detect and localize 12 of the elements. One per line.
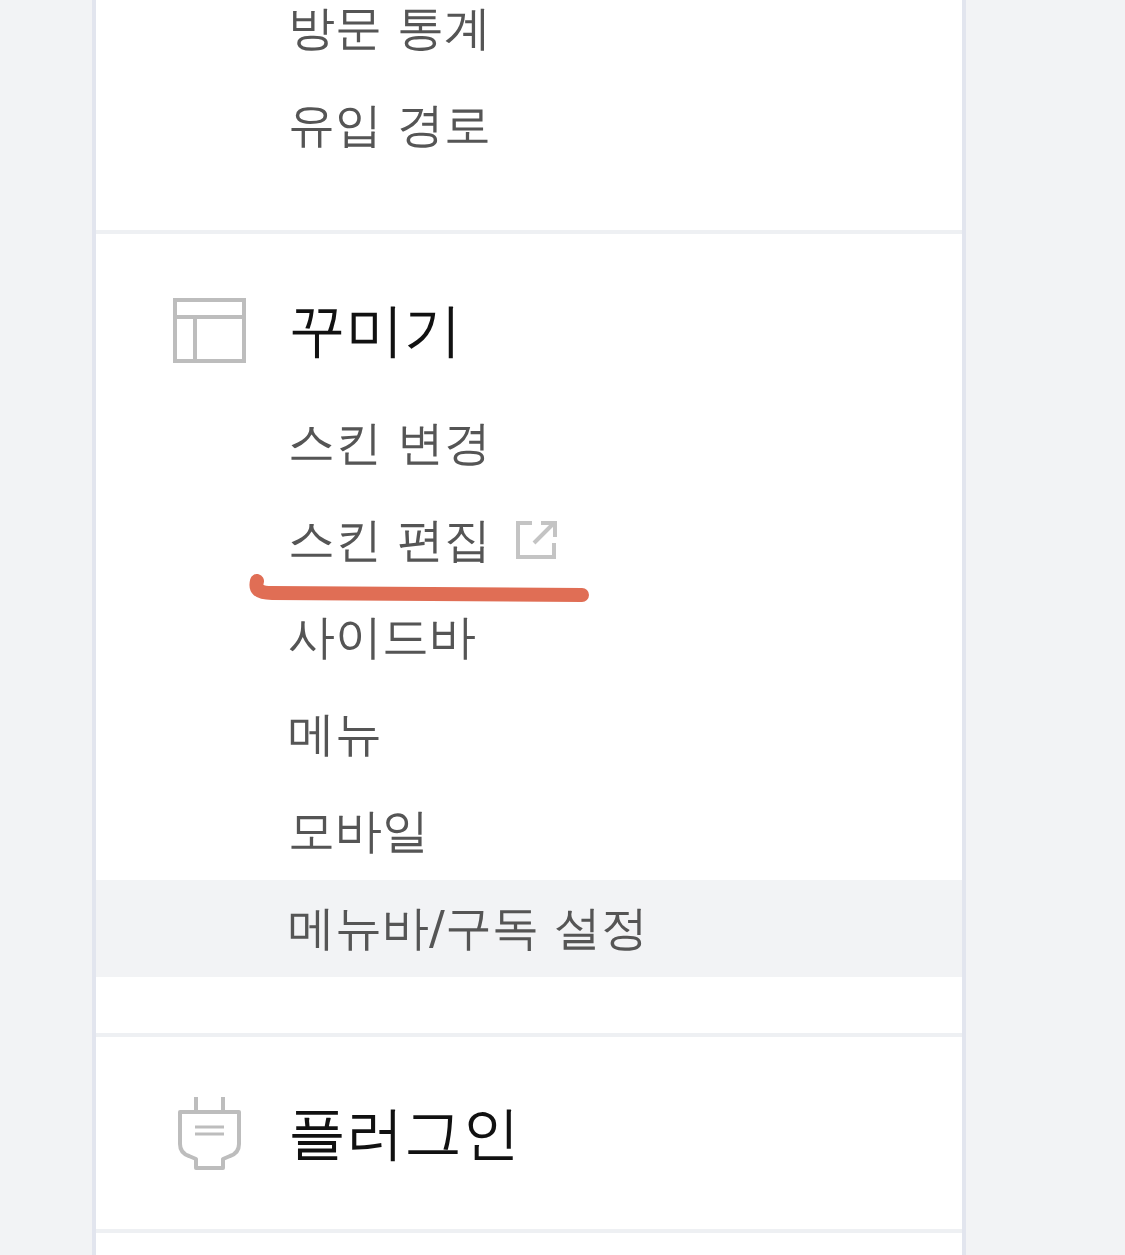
menu-item[interactable]: 모바일 <box>96 783 962 880</box>
plug-icon <box>177 1096 242 1170</box>
layout-icon <box>173 297 246 363</box>
menu-item[interactable]: 사이드바 <box>96 589 962 686</box>
section-title: 플러그인 <box>288 1098 520 1168</box>
menu-item[interactable]: 방문 통계 <box>96 0 962 77</box>
menu-item[interactable]: 메뉴 <box>96 686 962 783</box>
menu-item[interactable]: 유입 경로 <box>96 77 962 174</box>
menu-item[interactable]: 스킨 편집 <box>96 492 962 589</box>
menu-item[interactable]: 메뉴바/구독 설정 <box>96 880 962 977</box>
section-title: 꾸미기 <box>288 295 462 365</box>
menu-item[interactable]: 스킨 변경 <box>96 395 962 492</box>
